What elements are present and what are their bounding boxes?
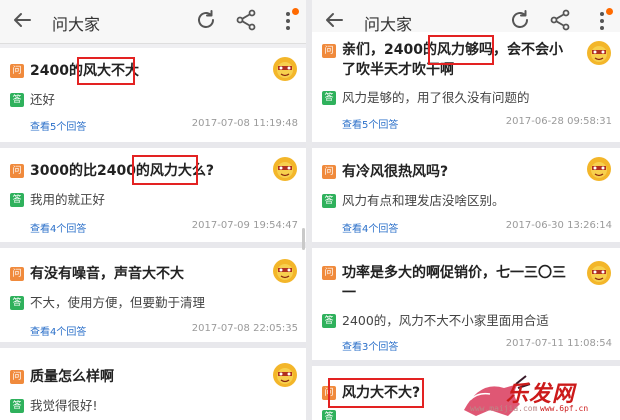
qa-card[interactable]: 问 有没有噪音，声音大不大 答 不大，使用方便，但要勤于清理 查看4个回答 20… — [0, 248, 306, 342]
watermark-site-secondary: www.maijia.com — [470, 404, 538, 413]
question-badge: 问 — [322, 165, 336, 179]
watermark-site: www.6pf.cn — [540, 404, 589, 413]
page-title: 问大家 — [52, 15, 101, 34]
notification-dot — [606, 8, 613, 15]
view-answers-link[interactable]: 查看5个回答 — [342, 116, 398, 131]
highlight-box — [77, 57, 135, 85]
avatar-icon — [273, 259, 297, 283]
answer-text: 风力是够的，用了很久没有问题的 — [342, 90, 530, 105]
scrollbar-thumb[interactable] — [302, 228, 305, 250]
post-date: 2017-07-11 11:08:54 — [505, 338, 612, 349]
avatar-icon — [587, 157, 611, 181]
back-arrow-icon[interactable] — [322, 8, 346, 32]
post-date: 2017-06-30 13:26:14 — [505, 220, 612, 231]
answer-badge: 答 — [10, 193, 24, 207]
view-answers-link[interactable]: 查看3个回答 — [342, 338, 398, 353]
question-badge: 问 — [10, 164, 24, 178]
answer-badge: 答 — [10, 296, 24, 310]
qa-card[interactable]: 问 功率是多大的啊促销价，七一三〇三 一 答 2400的，风力不大不小家里面用合… — [312, 248, 620, 360]
qa-card[interactable]: 问 2400的风大不大 答 还好 查看5个回答 2017-07-08 11:19… — [0, 48, 306, 142]
answer-text: 不大，使用方便，但要勤于清理 — [30, 295, 206, 310]
avatar-icon — [273, 363, 297, 387]
notification-dot — [292, 8, 299, 15]
share-icon[interactable] — [548, 8, 572, 32]
view-answers-link[interactable]: 查看4个回答 — [30, 323, 86, 338]
qa-card[interactable]: 问 有冷风很热风吗? 答 风力有点和理发店没啥区别。 查看4个回答 2017-0… — [312, 148, 620, 242]
question-text-line1: 功率是多大的啊促销价，七一三〇三 — [342, 265, 566, 281]
avatar-icon — [273, 157, 297, 181]
answer-badge: 答 — [322, 314, 336, 328]
answer-text: 还好 — [30, 92, 56, 107]
highlight-box — [132, 155, 198, 185]
avatar-icon — [273, 57, 297, 81]
refresh-icon[interactable] — [194, 8, 218, 32]
post-date: 2017-07-09 19:54:47 — [191, 220, 298, 231]
view-answers-link[interactable]: 查看4个回答 — [342, 220, 398, 235]
view-answers-link[interactable]: 查看5个回答 — [30, 118, 86, 133]
avatar-icon — [587, 261, 611, 285]
avatar-icon — [587, 41, 611, 65]
left-screenshot-panel: 问大家 问 2400的风大不大 答 还好 查看5个回答 2017-07-08 1… — [0, 0, 306, 420]
answer-text: 我用的就正好 — [30, 192, 106, 207]
view-answers-link[interactable]: 查看4个回答 — [30, 220, 86, 235]
post-date: 2017-07-08 22:05:35 — [191, 323, 298, 334]
answer-badge: 答 — [322, 91, 336, 105]
refresh-icon[interactable] — [508, 8, 532, 32]
answer-badge: 答 — [322, 410, 336, 420]
answer-text: 风力有点和理发店没啥区别。 — [342, 193, 505, 208]
highlight-box — [428, 35, 494, 65]
post-date: 2017-06-28 09:58:31 — [505, 116, 612, 127]
question-badge: 问 — [10, 64, 24, 78]
question-text: 质量怎么样啊 — [30, 369, 114, 385]
qa-card[interactable]: 问 质量怎么样啊 答 我觉得很好! — [0, 348, 306, 420]
question-badge: 问 — [10, 370, 24, 384]
share-icon[interactable] — [234, 8, 258, 32]
answer-badge: 答 — [10, 93, 24, 107]
question-text: 有冷风很热风吗? — [342, 164, 449, 180]
top-bar: 问大家 — [0, 0, 306, 44]
right-screenshot-panel: 问大家 问 亲们，2400的风力够吗，会不会小 了吹半天才吹干啊 答 风力是够的… — [312, 0, 620, 420]
answer-text: 2400的，风力不大不小家里面用合适 — [342, 313, 549, 328]
highlight-box — [328, 378, 424, 408]
question-badge: 问 — [322, 44, 336, 58]
back-arrow-icon[interactable] — [10, 8, 34, 32]
answer-text: 我觉得很好! — [30, 398, 98, 413]
answer-badge: 答 — [322, 194, 336, 208]
post-date: 2017-07-08 11:19:48 — [191, 118, 298, 129]
question-badge: 问 — [10, 267, 24, 281]
question-text: 有没有噪音，声音大不大 — [30, 266, 184, 282]
answer-badge: 答 — [10, 399, 24, 413]
question-text-line2: 一 — [342, 285, 356, 301]
question-badge: 问 — [322, 266, 336, 280]
